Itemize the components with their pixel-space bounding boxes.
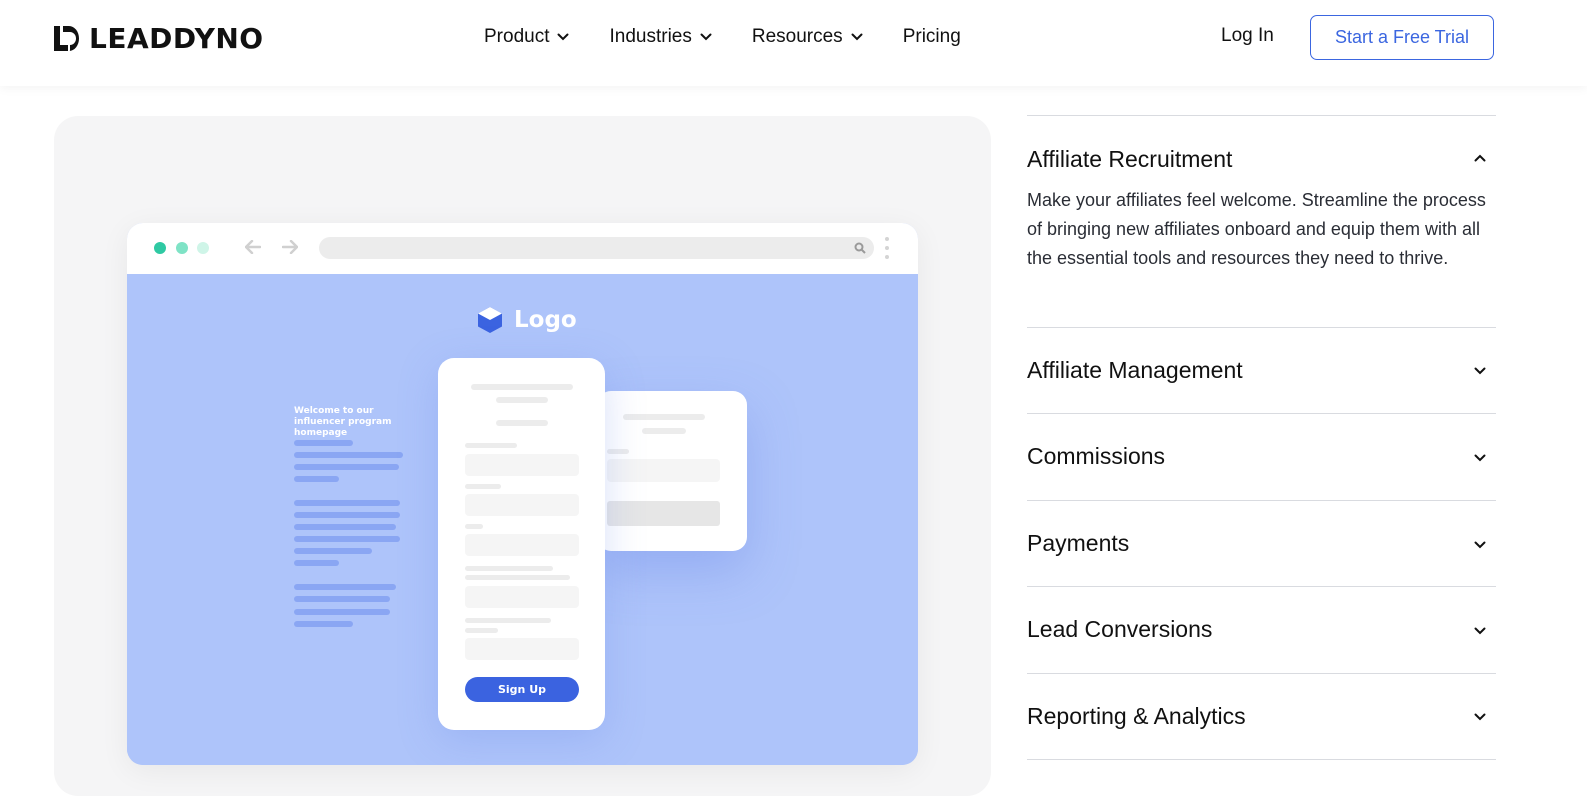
- browser-toolbar: [127, 223, 918, 274]
- accordion-title-commissions[interactable]: Commissions: [1027, 443, 1165, 470]
- placeholder-button: [607, 501, 720, 526]
- chevron-up-icon[interactable]: [1474, 154, 1486, 162]
- mock-phone-card: Sign Up: [438, 358, 605, 730]
- placeholder-line: [471, 384, 573, 390]
- placeholder-line: [465, 618, 551, 623]
- mock-signup-button: Sign Up: [465, 677, 579, 702]
- text-placeholder: [294, 500, 400, 506]
- placeholder-field: [465, 638, 579, 660]
- search-icon: [854, 242, 866, 254]
- placeholder-field: [607, 459, 720, 482]
- placeholder-line: [496, 397, 548, 403]
- chevron-down-icon[interactable]: [1474, 627, 1486, 635]
- accordion-divider: [1027, 673, 1496, 674]
- text-placeholder: [294, 476, 339, 482]
- login-link[interactable]: Log In: [1221, 25, 1274, 47]
- chevron-down-icon[interactable]: [1474, 367, 1486, 375]
- nav-pricing[interactable]: Pricing: [903, 24, 961, 50]
- chevron-down-icon[interactable]: [1474, 454, 1486, 462]
- text-placeholder: [294, 584, 396, 590]
- accordion-title-lead-conversions[interactable]: Lead Conversions: [1027, 616, 1212, 643]
- text-placeholder: [294, 536, 400, 542]
- nav-industries-label: Industries: [609, 26, 692, 47]
- nav-resources-label: Resources: [751, 26, 843, 47]
- text-placeholder: [294, 512, 400, 518]
- accordion-title-affiliate-recruitment[interactable]: Affiliate Recruitment: [1027, 146, 1232, 173]
- main-nav: Product Industries Resources Pricing: [484, 24, 1001, 50]
- accordion-body-affiliate-recruitment: Make your affiliates feel welcome. Strea…: [1027, 190, 1486, 268]
- mock-tablet-card: [597, 391, 747, 551]
- leaddyno-logo-icon: [54, 25, 79, 51]
- site-header: LEADDYNO Product Industries Resources Pr…: [0, 0, 1587, 86]
- accordion-divider: [1027, 586, 1496, 587]
- text-placeholder: [294, 452, 403, 458]
- mock-page-body: Logo Welcome to our influencer program h…: [127, 274, 918, 765]
- placeholder-field: [465, 454, 579, 476]
- accordion-title-affiliate-management[interactable]: Affiliate Management: [1027, 357, 1243, 384]
- text-placeholder: [294, 560, 339, 566]
- accordion-divider: [1027, 500, 1496, 501]
- placeholder-line: [607, 449, 629, 454]
- placeholder-line: [465, 628, 498, 633]
- more-vertical-icon: [885, 237, 889, 259]
- text-placeholder: [294, 464, 399, 470]
- placeholder-line: [465, 566, 553, 571]
- chevron-down-icon[interactable]: [1474, 541, 1486, 549]
- text-placeholder: [294, 548, 372, 554]
- accordion-title-payments[interactable]: Payments: [1027, 530, 1129, 557]
- nav-product[interactable]: Product: [484, 24, 569, 50]
- text-placeholder: [294, 621, 353, 627]
- mock-logo: Logo: [476, 306, 577, 334]
- placeholder-line: [465, 443, 517, 448]
- placeholder-line: [623, 414, 705, 420]
- placeholder-line: [465, 524, 483, 529]
- chevron-down-icon: [557, 33, 569, 41]
- window-dot-icon: [176, 242, 188, 254]
- text-placeholder: [294, 524, 396, 530]
- text-placeholder: [294, 596, 390, 602]
- accordion-divider: [1027, 115, 1496, 116]
- placeholder-field: [465, 534, 579, 556]
- brand-name: LEADDYNO: [89, 21, 264, 55]
- mock-logo-text: Logo: [514, 307, 577, 333]
- text-placeholder: [294, 440, 353, 446]
- url-bar: [319, 237, 874, 259]
- placeholder-line: [465, 484, 501, 489]
- accordion-divider: [1027, 327, 1496, 328]
- start-free-trial-button[interactable]: Start a Free Trial: [1310, 15, 1494, 60]
- chevron-down-icon: [851, 33, 863, 41]
- nav-industries[interactable]: Industries: [609, 24, 712, 50]
- arrow-forward-icon: [282, 240, 298, 254]
- window-dot-icon: [197, 242, 209, 254]
- accordion-divider: [1027, 759, 1496, 760]
- window-dot-icon: [154, 242, 166, 254]
- accordion-divider: [1027, 413, 1496, 414]
- text-placeholder: [294, 609, 390, 615]
- placeholder-line: [465, 575, 570, 580]
- placeholder-field: [465, 494, 579, 516]
- nav-resources[interactable]: Resources: [752, 24, 863, 50]
- accordion-title-reporting-analytics[interactable]: Reporting & Analytics: [1027, 703, 1246, 730]
- placeholder-line: [496, 420, 548, 426]
- brand-logo[interactable]: LEADDYNO: [54, 21, 264, 55]
- chevron-down-icon[interactable]: [1474, 713, 1486, 721]
- arrow-back-icon: [245, 240, 261, 254]
- nav-pricing-label: Pricing: [902, 26, 961, 47]
- cube-logo-icon: [478, 307, 502, 333]
- chevron-down-icon: [700, 33, 712, 41]
- browser-mockup: Logo Welcome to our influencer program h…: [127, 223, 918, 765]
- welcome-text: Welcome to our influencer program homepa…: [294, 406, 392, 438]
- placeholder-field: [465, 586, 579, 608]
- nav-product-label: Product: [484, 26, 550, 47]
- placeholder-line: [642, 428, 686, 434]
